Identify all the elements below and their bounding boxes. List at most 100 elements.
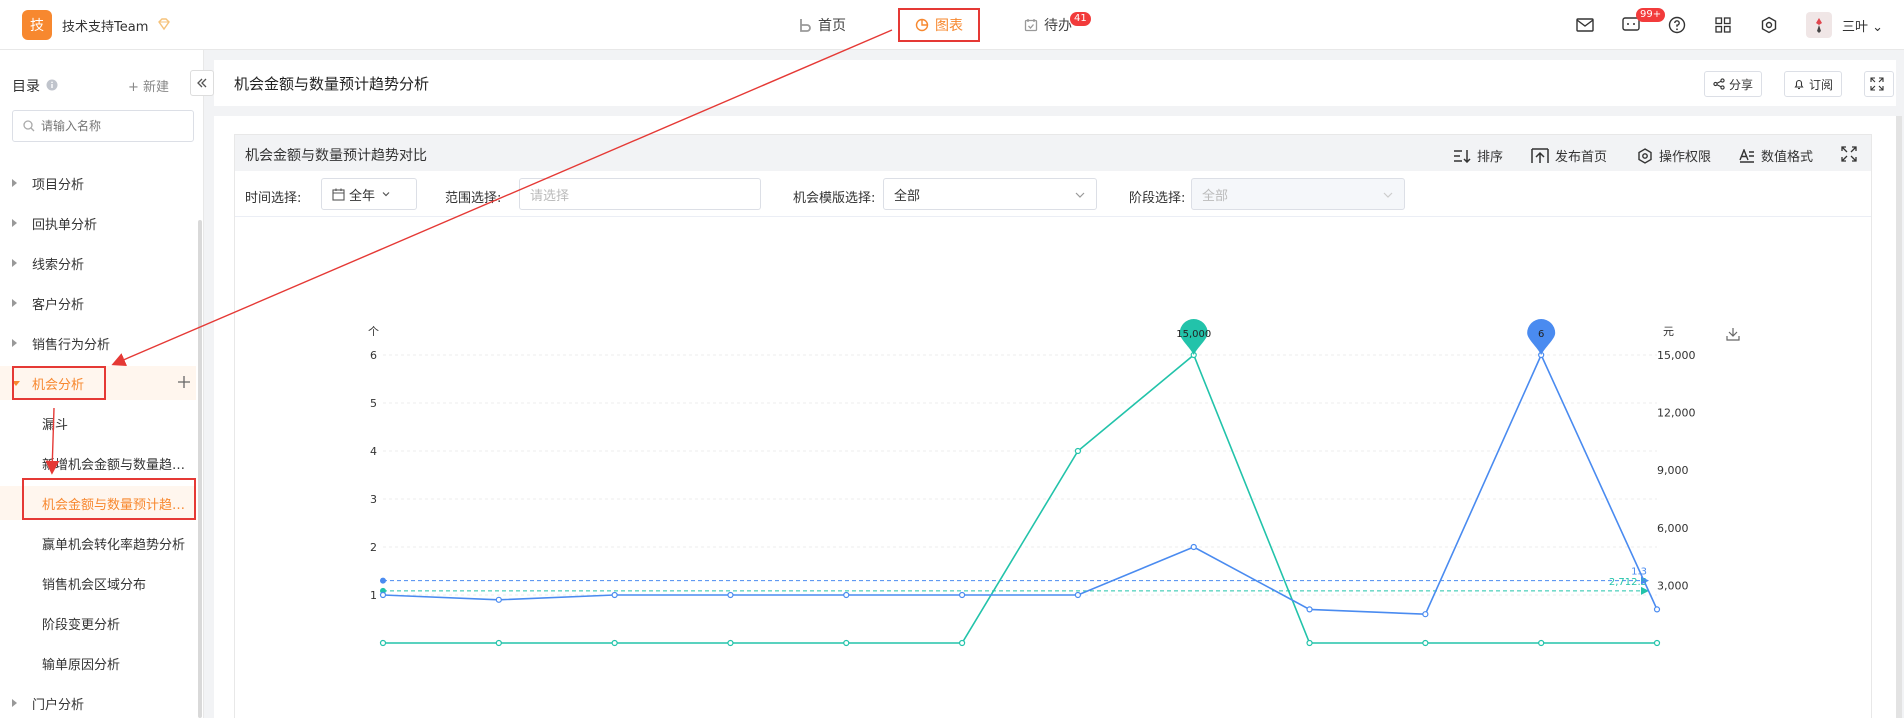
tree-item-project[interactable]: 项目分析 [0,166,196,200]
tree-item-label: 阶段变更分析 [42,617,121,633]
caret-right-icon [12,219,17,227]
plus-icon[interactable] [176,374,192,394]
average-line-start [380,577,386,584]
sidebar-search[interactable] [12,110,194,142]
message-badge: 99+ [1636,8,1666,22]
collapse-sidebar-button[interactable] [190,70,214,96]
data-point [495,596,502,603]
tree-item-receipt[interactable]: 回执单分析 [0,206,196,240]
data-point [611,639,618,647]
team-name[interactable]: 技术支持Team [62,16,148,35]
y-left-tick-label: 1 [370,589,377,602]
fullscreen-button[interactable] [1864,71,1894,97]
download-icon[interactable] [1726,328,1740,341]
data-point [1306,606,1313,613]
data-point [843,591,850,599]
average-line-label: 2,712.5 [1609,577,1647,588]
y-right-tick-label: 12,000 [1657,407,1696,420]
share-button[interactable]: 分享 [1704,71,1763,97]
tree-item-leads[interactable]: 线索分析 [0,246,196,280]
caret-right-icon [12,179,17,187]
tree-item-sales-behavior[interactable]: 销售行为分析 [0,326,196,360]
y-left-tick-label: 2 [370,541,377,554]
tree-item-label: 门户分析 [32,697,85,713]
user-name-label: 三叶 [1842,20,1869,35]
content-area: 机会金额与数量预计趋势对比 排序 发布首页 操作权限 数值格式 时间选择: 全年… [214,116,1896,718]
y-right-tick-label: 9,000 [1657,464,1689,477]
series-line [382,353,1658,616]
chevron-down-icon: ⌄ [1872,20,1884,35]
data-point [1422,639,1429,647]
tree-child-new-opportunity-trend[interactable]: 新增机会金额与数量趋势分析 [0,446,196,480]
nav-todo[interactable]: 待办 [1024,12,1072,38]
data-point [379,639,387,647]
tree-child-loss-reason[interactable]: 输单原因分析 [0,646,196,680]
user-name[interactable]: 三叶 ⌄ [1842,16,1883,35]
tree-item-label: 输单原因分析 [42,657,121,673]
settings-gear-icon[interactable] [1758,14,1780,36]
info-icon[interactable] [46,79,58,95]
nav-home[interactable]: 首页 [798,12,846,38]
share-icon [1713,78,1725,90]
tree-item-label: 机会分析 [32,377,85,393]
data-point [958,639,966,647]
tree-item-label: 销售机会区域分布 [42,577,147,593]
subscribe-button[interactable]: 订阅 [1784,71,1843,97]
tree-child-stage-change[interactable]: 阶段变更分析 [0,606,196,640]
tree-child-win-rate-trend[interactable]: 赢单机会转化率趋势分析 [0,526,196,560]
top-bar: 技 技术支持Team 首页 图表 待办 41 99+ 三叶 ⌄ [0,0,1904,50]
calendar-icon [1024,19,1038,32]
data-point [1653,639,1661,647]
tree-child-region-distribution[interactable]: 销售机会区域分布 [0,566,196,600]
sidebar-search-input[interactable] [41,119,181,133]
y-right-tick-label: 6,000 [1657,522,1689,535]
caret-right-icon [12,259,17,267]
marker-label: 6 [1538,329,1544,340]
data-point [495,639,502,647]
y-left-tick-label: 3 [370,493,377,506]
tree-item-label: 漏斗 [42,417,69,433]
page-title: 机会金额与数量预计趋势分析 [234,75,430,93]
data-point [1074,591,1082,599]
data-point [611,591,618,599]
avatar[interactable] [1806,12,1832,38]
pie-chart-icon [915,18,929,32]
data-point [379,591,387,599]
tree-item-label: 线索分析 [32,257,85,273]
data-point [727,639,734,647]
home-icon [800,19,811,32]
data-point [1190,543,1197,551]
nav-chart[interactable]: 图表 [898,8,980,42]
tree-item-portal[interactable]: 门户分析 [0,686,196,718]
bell-icon [1794,79,1804,90]
chart-panel: 机会金额与数量预计趋势对比 排序 发布首页 操作权限 数值格式 时间选择: 全年… [234,134,1872,718]
help-icon[interactable] [1666,14,1688,36]
page-header: 机会金额与数量预计趋势分析 分享 订阅 [214,60,1896,106]
data-point [1306,639,1313,647]
new-folder-button[interactable]: + 新建 [128,76,169,95]
data-point [1074,447,1082,455]
sidebar-scrollbar[interactable] [198,220,202,718]
page-scrollbar[interactable] [1896,116,1902,718]
y-right-tick-label: 15,000 [1657,349,1696,362]
tree-item-label: 回执单分析 [32,217,98,233]
fullscreen-icon [1870,77,1884,91]
y-left-unit: 个 [368,325,379,338]
tree-item-opportunity[interactable]: 机会分析 [0,366,196,400]
team-logo[interactable]: 技 [22,10,52,40]
apps-grid-icon[interactable] [1712,14,1734,36]
data-point [727,591,734,599]
y-left-tick-label: 6 [370,349,377,362]
tree-child-forecast-trend[interactable]: 机会金额与数量预计趋势分析 [0,486,196,520]
diamond-icon [156,16,172,32]
y-right-tick-label: 3,000 [1657,579,1689,592]
marker-label: 15,000 [1176,329,1211,340]
sidebar: 目录 + 新建 项目分析 回执单分析 线索分析 客户分析 销售行为分析 机会分析… [0,50,204,718]
tree-child-funnel[interactable]: 漏斗 [0,406,196,440]
tree-item-customer[interactable]: 客户分析 [0,286,196,320]
data-point [1538,639,1545,647]
mail-icon[interactable] [1574,14,1596,36]
data-point [843,639,850,647]
data-point [1653,606,1661,613]
tree-item-label: 销售行为分析 [32,337,111,353]
